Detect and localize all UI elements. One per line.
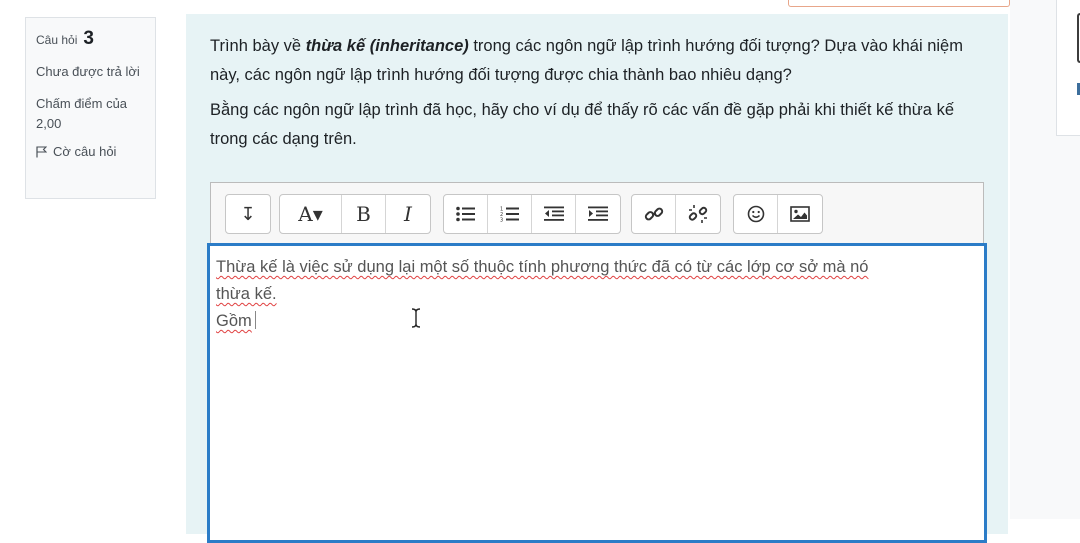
ibeam-cursor-icon [411,308,421,328]
question-p1-emphasis: thừa kế (inheritance) [305,37,469,55]
question-info: Câu hỏi 3 Chưa được trả lời Chấm điểm củ… [25,17,156,199]
text-caret [254,311,256,329]
top-partial-box [788,0,1010,7]
bold-button[interactable]: B [342,195,386,233]
indent-button[interactable] [576,195,620,233]
question-paragraph-2: Bằng các ngôn ngữ lập trình đã học, hãy … [210,101,954,148]
answer-line-2-text: thừa kế. [216,285,277,303]
indent-icon [588,206,608,221]
link-icon [644,207,663,221]
flag-question-link[interactable]: Cờ câu hỏi [36,144,145,159]
question-text: Trình bày về thừa kế (inheritance) trong… [210,32,980,160]
answer-editor: ↧ A▾ B I 1 2 3 Thừa kế là việc sử dụng l… [207,182,987,543]
answer-line-1: Thừa kế là việc sử dụng lại một số thuộc… [216,254,978,281]
toolbar-group-lists: 1 2 3 [443,194,621,234]
question-label: Câu hỏi [36,33,78,47]
flag-label: Cờ câu hỏi [53,144,117,159]
question-state: Chưa được trả lời [36,64,140,79]
italic-button[interactable]: I [386,195,430,233]
question-paragraph-1: Trình bày về thừa kế (inheritance) trong… [210,32,980,90]
toolbar-group-media [733,194,823,234]
unordered-list-icon [455,206,475,222]
unlink-button[interactable] [676,195,720,233]
ordered-list-icon: 1 2 3 [500,207,519,223]
ordered-list-button[interactable]: 1 2 3 [488,195,532,233]
answer-line-2: thừa kế. [216,281,978,308]
answer-textarea[interactable]: Thừa kế là việc sử dụng lại một số thuộc… [207,243,987,543]
right-panel-card [1056,0,1080,136]
outdent-button[interactable] [532,195,576,233]
link-button[interactable] [632,195,676,233]
editor-toolbar: ↧ A▾ B I 1 2 3 [210,182,984,244]
image-icon [790,206,810,222]
emoticon-button[interactable] [734,195,778,233]
outdent-icon [543,206,564,221]
toolbar-group-style: A▾ B I [279,194,431,234]
answer-line-1-text: Thừa kế là việc sử dụng lại một số thuộc… [216,258,869,276]
collapse-button[interactable]: ↧ [226,195,270,233]
question-p1-before: Trình bày về [210,37,306,55]
font-style-button[interactable]: A▾ [280,195,342,233]
image-button[interactable] [778,195,822,233]
toolbar-group-collapse: ↧ [225,194,271,234]
unlink-icon [688,205,708,223]
answer-line-3-text: Gồm [216,312,252,330]
svg-text:3: 3 [500,218,503,223]
question-number: Câu hỏi 3 [36,28,145,50]
question-number-value: 3 [83,28,94,49]
question-content: Trình bày về thừa kế (inheritance) trong… [186,14,1008,543]
toolbar-group-links [631,194,721,234]
answer-line-3: Gồm [216,308,978,335]
question-grade: Chấm điểm của 2,00 [36,96,128,131]
unordered-list-button[interactable] [444,195,488,233]
flag-icon [36,145,48,158]
smiley-icon [747,205,764,223]
